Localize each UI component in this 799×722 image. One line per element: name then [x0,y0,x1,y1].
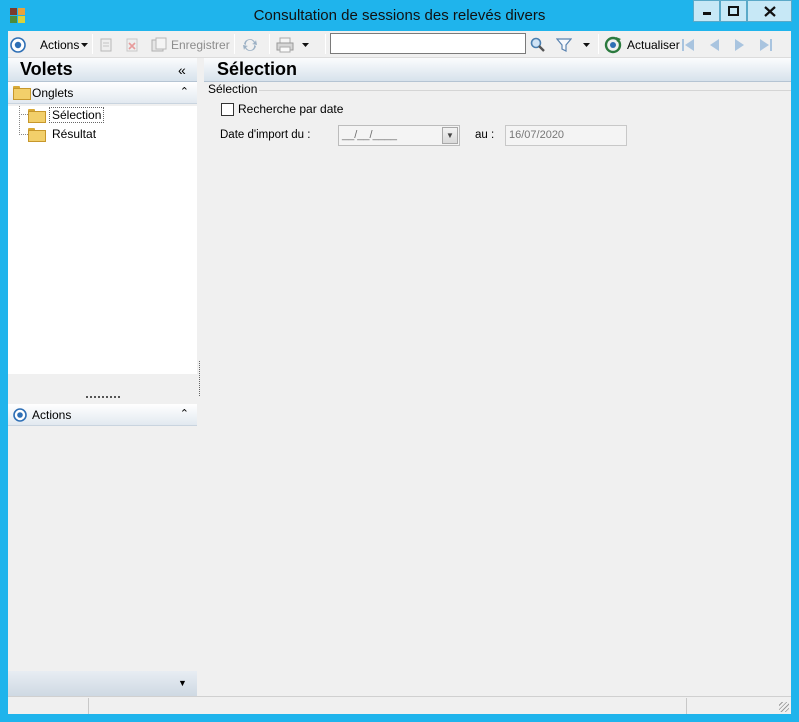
refresh-label: Actualiser [627,38,680,52]
print-button[interactable] [276,34,310,56]
date-from-label: Date d'import du : [220,129,311,141]
new-document-icon [100,38,112,52]
tree-connector [19,134,28,135]
first-icon [682,39,694,51]
client-area: Actions Enregistrer Actualiser Volets « … [8,31,791,714]
new-button[interactable] [99,34,113,56]
folder-icon [28,128,46,142]
next-record-button[interactable] [732,34,748,56]
previous-icon [710,39,719,51]
print-icon [276,37,294,53]
panel-splitter[interactable] [86,396,120,398]
filter-icon [556,38,572,52]
folder-icon [13,86,31,100]
chevron-up-icon[interactable]: ⌃ [180,407,189,420]
next-icon [735,39,744,51]
toolbar-separator [598,34,599,54]
first-record-button[interactable] [680,34,696,56]
tree-connector [19,114,28,115]
date-picker-button[interactable]: ▼ [442,127,458,144]
minimize-icon [702,12,711,15]
group-header-onglets[interactable]: Onglets ⌃ [8,82,197,104]
date-from-value: __/__/____ [342,129,398,141]
last-record-button[interactable] [758,34,774,56]
target-icon [10,37,26,53]
tree-item-label: Sélection [49,107,105,123]
actions-menu-button[interactable]: Actions [10,34,89,56]
resize-grip[interactable] [779,702,789,712]
tree-item-resultat[interactable]: Résultat [28,126,99,142]
status-bar [8,696,791,714]
date-to-field[interactable]: 16/07/2020 [505,125,627,146]
side-panel-title: Volets [20,59,73,79]
delete-button[interactable] [125,34,139,56]
close-button[interactable] [747,0,792,22]
chevron-down-icon: ▼ [446,131,454,140]
groupbox-label: Sélection [208,82,258,96]
group-header-actions[interactable]: Actions ⌃ [8,404,197,426]
maximize-icon [728,6,739,16]
filter-button[interactable] [556,34,591,56]
search-button[interactable] [530,34,546,56]
date-search-label[interactable]: Recherche par date [238,102,343,116]
save-label: Enregistrer [171,38,230,52]
toolbar-separator [325,34,326,54]
search-input[interactable] [330,33,526,54]
chevron-down-icon [302,43,309,47]
toolbar-separator [269,34,270,54]
save-button[interactable]: Enregistrer [151,34,230,56]
main-panel: Sélection Sélection Recherche par date D… [204,58,791,696]
actions-menu-label: Actions [40,38,80,52]
previous-record-button[interactable] [706,34,722,56]
side-panel-header: Volets « [8,58,197,82]
last-icon [760,39,772,51]
group-label: Actions [32,408,72,422]
sync-button[interactable] [241,34,259,56]
tree-connector [19,106,20,135]
target-icon [13,408,27,422]
refresh-button[interactable]: Actualiser [604,34,680,56]
tab-tree: Sélection Résultat [8,106,197,374]
side-panel: Volets « Onglets ⌃ Sélection Résultat Ac… [8,58,197,696]
search-icon [530,37,545,52]
status-cell [88,698,89,714]
title-bar[interactable]: Consultation de sessions des relevés div… [0,0,799,31]
open-folder-icon [28,109,46,123]
status-cell [686,698,687,714]
delete-icon [126,38,138,52]
panel-overflow-bar[interactable]: ▼ [8,671,197,696]
group-label: Onglets [32,86,74,100]
window-title: Consultation de sessions des relevés div… [253,7,546,24]
groupbox-border [259,90,791,91]
maximize-button[interactable] [720,0,747,22]
chevron-up-icon[interactable]: ⌃ [180,85,189,98]
toolbar-separator [92,34,93,54]
vertical-splitter[interactable] [199,361,200,396]
tree-item-selection[interactable]: Sélection [28,107,105,123]
collapse-panel-button[interactable]: « [178,62,186,78]
sync-icon [243,39,257,51]
refresh-icon [604,36,622,54]
chevron-down-icon [81,43,89,47]
save-icon [151,37,167,52]
tree-item-label: Résultat [52,127,97,141]
close-icon [763,5,776,17]
main-panel-header: Sélection [204,58,791,82]
app-window: Consultation de sessions des relevés div… [0,0,799,722]
minimize-button[interactable] [693,0,720,22]
toolbar: Actions Enregistrer Actualiser [8,31,791,58]
date-to-label: au : [475,129,495,141]
chevron-down-icon[interactable]: ▼ [178,678,187,688]
date-from-field[interactable]: __/__/____ ▼ [338,125,460,146]
page-title: Sélection [217,59,298,79]
chevron-down-icon [583,43,590,47]
date-search-checkbox[interactable] [221,103,234,116]
toolbar-separator [234,34,235,54]
